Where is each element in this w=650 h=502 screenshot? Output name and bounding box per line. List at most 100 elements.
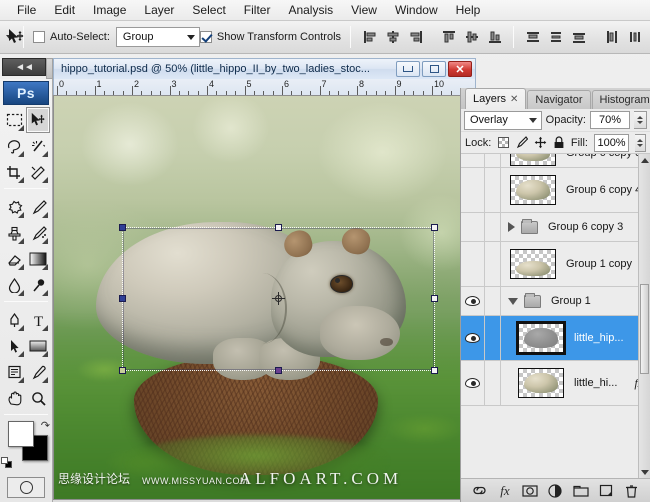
menu-item-window[interactable]: Window	[386, 1, 447, 20]
align-left-edges-icon[interactable]	[360, 28, 379, 47]
layer-row-little-hip[interactable]: little_hip...	[461, 316, 650, 361]
distribute-left-edges-icon[interactable]	[602, 28, 621, 47]
layer-thumbnail[interactable]	[510, 249, 556, 279]
lock-position-icon[interactable]	[534, 136, 547, 150]
layer-name[interactable]: Group 6 copy 3	[548, 221, 623, 233]
layer-link-cell[interactable]	[485, 154, 501, 167]
scroll-up-arrow-icon[interactable]	[639, 154, 650, 166]
add-layer-mask-icon[interactable]	[521, 482, 539, 500]
transform-handle-top-right[interactable]	[431, 224, 438, 231]
history-brush-tool[interactable]	[26, 220, 50, 246]
layers-list[interactable]: Group 6 copy 5 Group 6 copy 4 Group 6 co…	[461, 154, 650, 478]
show-transform-controls-checkbox[interactable]	[200, 31, 212, 43]
default-colors-icon[interactable]	[1, 457, 13, 469]
layer-visibility-toggle[interactable]	[461, 242, 485, 286]
dock-stub[interactable]	[46, 58, 53, 79]
menu-item-layer[interactable]: Layer	[135, 1, 183, 20]
lock-all-icon[interactable]	[553, 136, 565, 150]
layer-visibility-toggle[interactable]	[461, 154, 485, 167]
layer-name[interactable]: Group 1	[551, 295, 591, 307]
quick-mask-button[interactable]	[7, 477, 45, 498]
zoom-tool[interactable]	[26, 385, 50, 411]
new-group-icon[interactable]	[572, 482, 590, 500]
quick-mask-mode[interactable]	[0, 477, 52, 498]
layer-name[interactable]: little_hi...	[574, 377, 617, 389]
new-layer-icon[interactable]	[597, 482, 615, 500]
move-tool[interactable]	[26, 107, 50, 133]
layer-link-cell[interactable]	[485, 168, 501, 212]
layer-thumbnail[interactable]	[510, 175, 556, 205]
menu-item-edit[interactable]: Edit	[45, 1, 84, 20]
menu-item-analysis[interactable]: Analysis	[279, 1, 342, 20]
layer-row-group-6-copy-5[interactable]: Group 6 copy 5	[461, 154, 650, 168]
horizontal-ruler[interactable]: 012345678910	[53, 79, 476, 95]
close-icon[interactable]: ✕	[510, 94, 518, 105]
transform-handle-middle-left[interactable]	[119, 295, 126, 302]
pen-tool[interactable]	[2, 307, 26, 333]
layer-name[interactable]: little_hip...	[574, 332, 624, 344]
auto-select-checkbox[interactable]	[33, 31, 45, 43]
new-adjustment-layer-icon[interactable]	[546, 482, 564, 500]
lock-transparent-pixels-icon[interactable]	[497, 136, 509, 150]
gradient-tool[interactable]	[26, 246, 50, 272]
transform-reference-point-icon[interactable]	[272, 292, 285, 305]
layer-thumbnail[interactable]	[518, 323, 564, 353]
distribute-bottom-edges-icon[interactable]	[569, 28, 588, 47]
align-top-edges-icon[interactable]	[439, 28, 458, 47]
delete-layer-icon[interactable]	[622, 482, 640, 500]
menu-item-filter[interactable]: Filter	[235, 1, 280, 20]
layer-link-cell[interactable]	[485, 287, 501, 315]
opacity-stepper[interactable]	[634, 111, 647, 129]
tab-layers[interactable]: Layers ✕	[465, 88, 526, 109]
magic-wand-tool[interactable]	[26, 133, 50, 159]
restore-button[interactable]	[422, 61, 446, 77]
layer-row-group-6-copy-4[interactable]: Group 6 copy 4	[461, 168, 650, 213]
transform-bounding-box[interactable]	[122, 227, 435, 371]
align-vertical-centers-icon[interactable]	[462, 28, 481, 47]
close-button[interactable]: ✕	[448, 61, 472, 77]
distribute-vertical-centers-icon[interactable]	[546, 28, 565, 47]
layer-thumbnail[interactable]	[518, 368, 564, 398]
layer-row-little-hi[interactable]: little_hi... fx	[461, 361, 650, 406]
path-selection-tool[interactable]	[2, 333, 26, 359]
blur-tool[interactable]	[2, 272, 26, 298]
menu-item-image[interactable]: Image	[84, 1, 135, 20]
toolbar-collapse-button[interactable]: ◄◄	[2, 58, 46, 76]
type-tool[interactable]: T	[26, 307, 50, 333]
opacity-value[interactable]: 70%	[590, 111, 630, 129]
hand-tool[interactable]	[2, 385, 26, 411]
crop-tool[interactable]	[2, 159, 26, 185]
eraser-tool[interactable]	[2, 246, 26, 272]
fill-value[interactable]: 100%	[594, 134, 629, 152]
transform-handle-middle-right[interactable]	[431, 295, 438, 302]
layer-row-group-6-copy-3[interactable]: Group 6 copy 3	[461, 213, 650, 242]
group-disclosure-triangle-icon[interactable]	[508, 222, 515, 232]
image-canvas[interactable]: 思缘设计论坛 WWW.MISSYUAN.COM ALFOART.COM	[53, 95, 476, 500]
layer-link-cell[interactable]	[485, 242, 501, 286]
layer-link-cell[interactable]	[485, 213, 501, 241]
lasso-tool[interactable]	[2, 133, 26, 159]
tab-navigator[interactable]: Navigator	[527, 90, 590, 109]
marquee-tool[interactable]	[2, 107, 26, 133]
layer-style-fx-icon[interactable]: fx	[496, 482, 514, 500]
dodge-tool[interactable]	[26, 272, 50, 298]
brush-tool[interactable]	[26, 194, 50, 220]
layer-name[interactable]: Group 6 copy 5	[566, 154, 641, 159]
lock-image-pixels-icon[interactable]	[515, 136, 528, 150]
document-title-bar[interactable]: hippo_tutorial.psd @ 50% (little_hippo_I…	[53, 58, 476, 79]
align-bottom-edges-icon[interactable]	[485, 28, 504, 47]
transform-handle-bottom-right[interactable]	[431, 367, 438, 374]
clone-stamp-tool[interactable]	[2, 220, 26, 246]
auto-select-dropdown[interactable]: Group	[116, 27, 200, 47]
tab-histogram[interactable]: Histogram	[592, 90, 650, 109]
notes-tool[interactable]	[2, 359, 26, 385]
scroll-down-arrow-icon[interactable]	[639, 466, 650, 478]
layer-name[interactable]: Group 6 copy 4	[566, 184, 641, 196]
healing-brush-tool[interactable]	[2, 194, 26, 220]
minimize-button[interactable]	[396, 61, 420, 77]
transform-handle-bottom-left[interactable]	[119, 367, 126, 374]
layers-scrollbar[interactable]	[638, 154, 650, 478]
layer-link-cell[interactable]	[485, 316, 501, 360]
rectangle-shape-tool[interactable]	[26, 333, 50, 359]
menu-item-select[interactable]: Select	[183, 1, 234, 20]
